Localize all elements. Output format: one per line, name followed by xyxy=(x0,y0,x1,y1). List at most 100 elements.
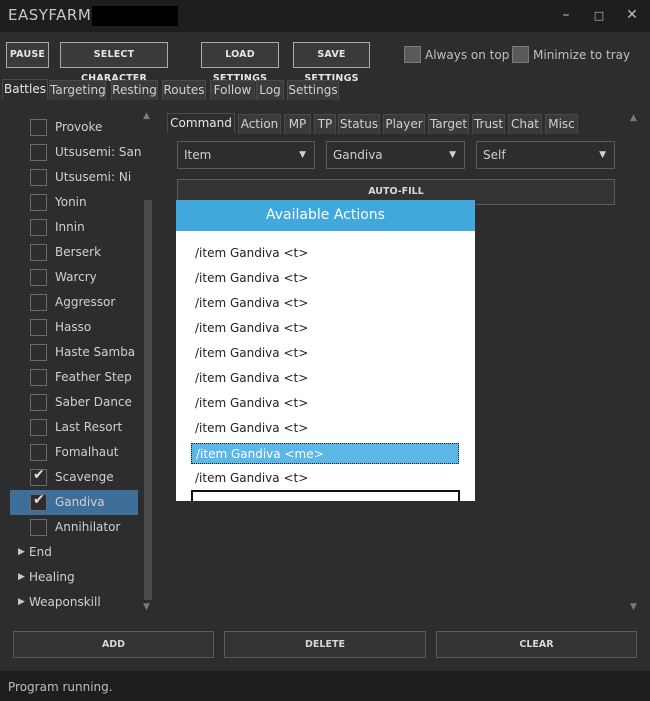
tree-group-end[interactable]: End xyxy=(29,545,52,559)
app-title: EASYFARM - xyxy=(8,6,103,24)
ability-checkbox[interactable] xyxy=(30,519,47,536)
action-item[interactable]: /item Gandiva <t> xyxy=(195,318,455,339)
action-item[interactable]: /item Gandiva <t> xyxy=(195,268,455,289)
dialog-title: Available Actions xyxy=(176,200,475,231)
ability-label: Fomalhaut xyxy=(55,445,119,459)
command-type-value: Item xyxy=(184,148,212,162)
always-on-top-checkbox[interactable] xyxy=(404,46,421,63)
subtab-tp[interactable]: TP xyxy=(314,114,336,134)
ability-checkbox[interactable]: ✔ xyxy=(30,467,47,486)
ability-label: Haste Samba xyxy=(55,345,136,359)
left-scrollbar-thumb[interactable] xyxy=(144,200,152,600)
subtab-mp[interactable]: MP xyxy=(284,114,311,134)
ability-label: Annihilator xyxy=(55,520,121,534)
maximize-window-button[interactable]: □ xyxy=(586,4,612,26)
ability-checkbox[interactable] xyxy=(30,244,47,261)
expand-arrow-icon[interactable]: ▶ xyxy=(18,572,25,582)
action-item[interactable]: /item Gandiva <me> xyxy=(191,443,459,464)
action-item[interactable]: /item Gandiva <t> xyxy=(195,368,455,389)
subtab-player[interactable]: Player xyxy=(383,114,425,134)
clear-button[interactable]: CLEAR xyxy=(436,631,637,658)
always-on-top-label: Always on top xyxy=(425,48,510,62)
ability-label: Feather Step xyxy=(55,370,132,384)
delete-button[interactable]: DELETE xyxy=(224,631,426,658)
minimize-to-tray-checkbox[interactable] xyxy=(512,46,529,63)
subtab-action[interactable]: Action xyxy=(238,114,281,134)
action-item[interactable]: /item Gandiva <t> xyxy=(195,243,455,264)
save-settings-button[interactable]: SAVE SETTINGS xyxy=(293,42,370,84)
checkmark-icon: ✔ xyxy=(33,467,45,483)
tab-follow[interactable]: Follow xyxy=(210,80,255,100)
minimize-window-button[interactable]: – xyxy=(553,4,579,26)
action-item[interactable]: /item Gandiva <t> xyxy=(195,468,455,489)
ability-checkbox[interactable] xyxy=(30,194,47,211)
ability-checkbox[interactable] xyxy=(30,419,47,436)
scroll-up-arrow-icon[interactable]: ▲ xyxy=(143,111,150,121)
dialog-select-button[interactable] xyxy=(191,490,460,501)
checkmark-icon: ✔ xyxy=(33,492,45,508)
tree-group-healing[interactable]: Healing xyxy=(29,570,75,584)
add-button[interactable]: ADD xyxy=(13,631,214,658)
chevron-down-icon: ▼ xyxy=(299,150,306,160)
scroll-up-arrow-icon[interactable]: ▲ xyxy=(630,113,637,123)
ability-checkbox[interactable]: ✔ xyxy=(30,492,47,511)
command-name-value: Gandiva xyxy=(333,148,383,162)
subtab-misc[interactable]: Misc xyxy=(545,114,578,134)
select-character-button[interactable]: SELECT CHARACTER xyxy=(60,42,168,84)
ability-label: Saber Dance xyxy=(55,395,132,409)
status-text: Program running. xyxy=(8,680,113,694)
action-item[interactable]: /item Gandiva <t> xyxy=(195,343,455,364)
ability-checkbox[interactable] xyxy=(30,269,47,286)
action-item[interactable]: /item Gandiva <t> xyxy=(195,418,455,439)
pause-button[interactable]: PAUSE xyxy=(6,42,49,68)
ability-label: Aggressor xyxy=(55,295,116,309)
available-actions-dialog: Available Actions /item Gandiva <t> /item… xyxy=(176,200,475,501)
ability-label: Hasso xyxy=(55,320,92,334)
minimize-icon: – xyxy=(562,7,570,23)
ability-checkbox[interactable] xyxy=(30,119,47,136)
ability-checkbox[interactable] xyxy=(30,169,47,186)
ability-label: Scavenge xyxy=(55,470,114,484)
chevron-down-icon: ▼ xyxy=(449,150,456,160)
ability-checkbox[interactable] xyxy=(30,369,47,386)
tree-group-weaponskill[interactable]: Weaponskill xyxy=(29,595,101,609)
ability-label: Gandiva xyxy=(55,495,105,509)
ability-label: Innin xyxy=(55,220,85,234)
ability-checkbox[interactable] xyxy=(30,144,47,161)
close-window-button[interactable]: ✕ xyxy=(619,4,645,26)
subtab-target[interactable]: Target xyxy=(428,114,469,134)
load-settings-button[interactable]: LOAD SETTINGS xyxy=(201,42,279,84)
subtab-status[interactable]: Status xyxy=(338,114,380,134)
action-item[interactable]: /item Gandiva <t> xyxy=(195,393,455,414)
expand-arrow-icon[interactable]: ▶ xyxy=(18,597,25,607)
scroll-down-arrow-icon[interactable]: ▼ xyxy=(143,602,150,612)
tab-log[interactable]: Log xyxy=(256,80,284,100)
ability-checkbox[interactable] xyxy=(30,344,47,361)
ability-label: Utsusemi: San xyxy=(55,145,142,159)
ability-label: Berserk xyxy=(55,245,102,259)
ability-checkbox[interactable] xyxy=(30,219,47,236)
command-type-select[interactable]: Item ▼ xyxy=(177,141,315,169)
command-target-select[interactable]: Self ▼ xyxy=(476,141,615,169)
tab-settings[interactable]: Settings xyxy=(287,80,339,100)
tab-resting[interactable]: Resting xyxy=(111,80,158,100)
command-target-value: Self xyxy=(483,148,506,162)
scroll-down-arrow-icon[interactable]: ▼ xyxy=(630,602,637,612)
action-item[interactable]: /item Gandiva <t> xyxy=(195,293,455,314)
command-name-select[interactable]: Gandiva ▼ xyxy=(326,141,465,169)
close-icon: ✕ xyxy=(626,7,638,23)
tab-battles[interactable]: Battles xyxy=(2,79,48,99)
ability-checkbox[interactable] xyxy=(30,294,47,311)
tab-targeting[interactable]: Targeting xyxy=(49,80,106,100)
ability-label: Yonin xyxy=(55,195,87,209)
tab-routes[interactable]: Routes xyxy=(162,80,206,100)
subtab-trust[interactable]: Trust xyxy=(472,114,505,134)
ability-checkbox[interactable] xyxy=(30,444,47,461)
subtab-command[interactable]: Command xyxy=(167,113,235,133)
chevron-down-icon: ▼ xyxy=(599,150,606,160)
ability-checkbox[interactable] xyxy=(30,394,47,411)
expand-arrow-icon[interactable]: ▶ xyxy=(18,547,25,557)
ability-checkbox[interactable] xyxy=(30,319,47,336)
subtab-chat[interactable]: Chat xyxy=(508,114,542,134)
ability-label: Last Resort xyxy=(55,420,123,434)
